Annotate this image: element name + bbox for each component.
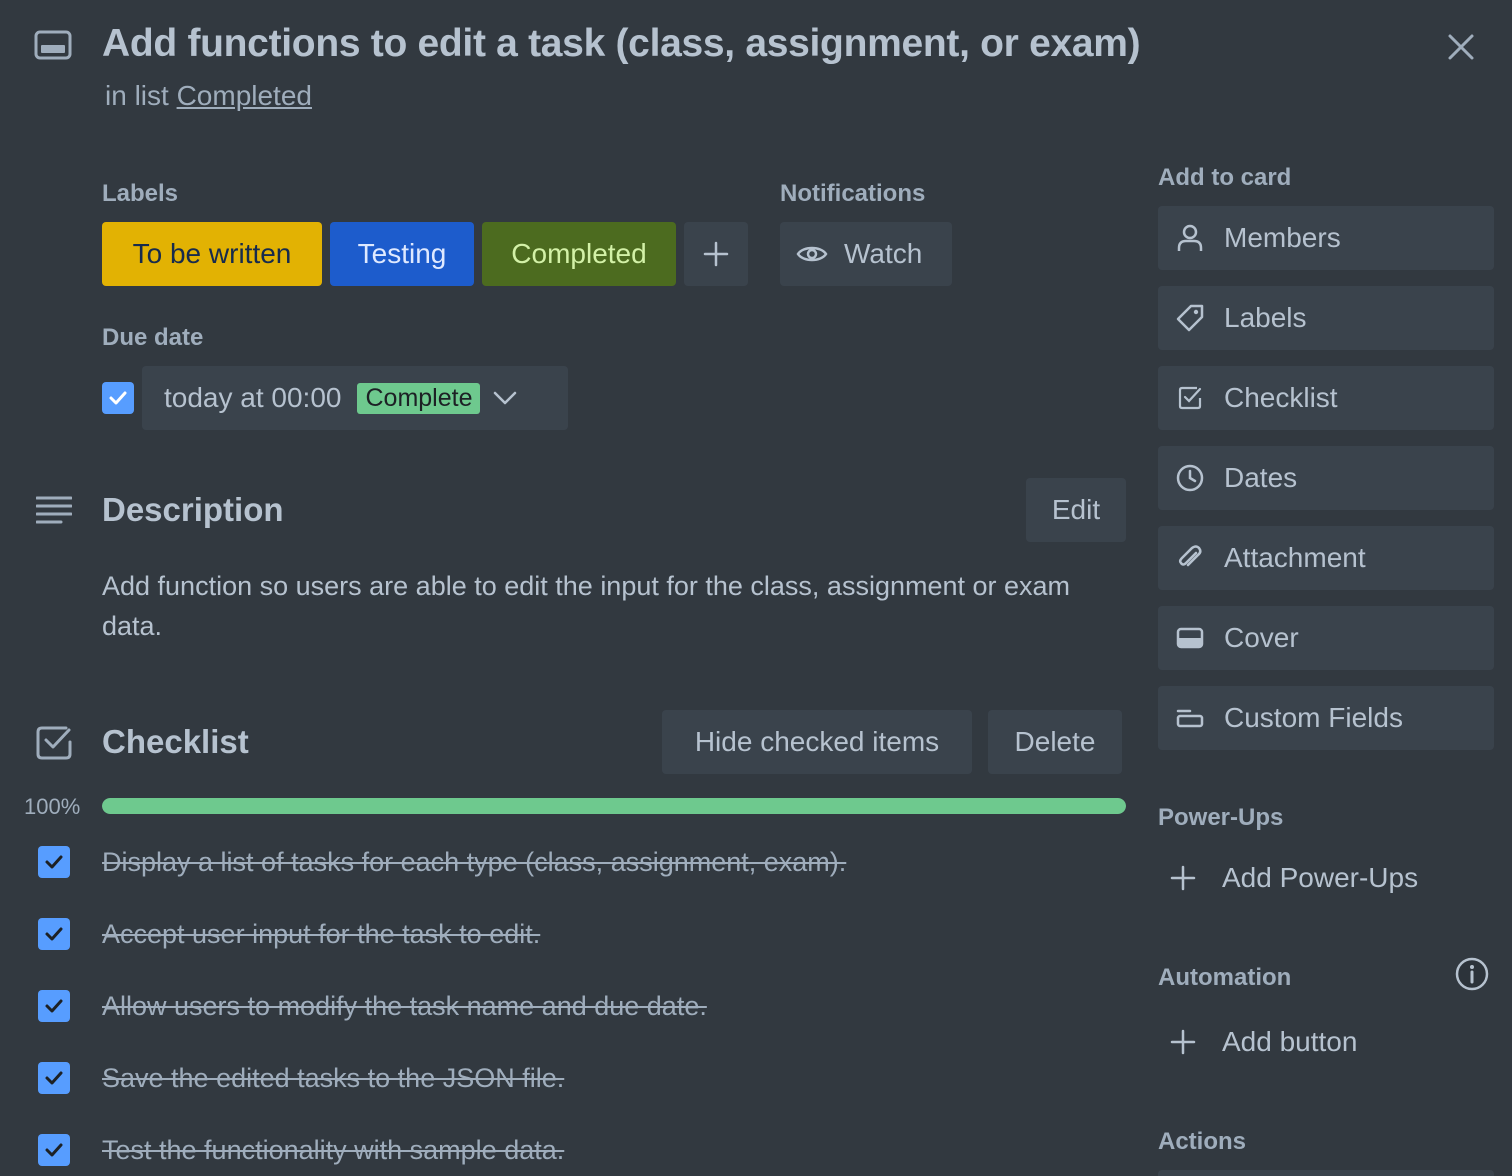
checklist-checkbox[interactable] xyxy=(38,1062,70,1094)
description-text[interactable]: Add function so users are able to edit t… xyxy=(102,566,1102,646)
add-power-ups-label: Add Power-Ups xyxy=(1222,862,1419,893)
actions-button-partial[interactable] xyxy=(1158,1170,1494,1176)
checklist-item[interactable]: Accept user input for the task to edit. xyxy=(38,914,540,954)
progress-fill xyxy=(102,798,1126,814)
checklist-icon xyxy=(1176,384,1204,412)
automation-heading: Automation xyxy=(1158,964,1292,991)
due-date-heading: Due date xyxy=(102,324,204,351)
checklist-icon xyxy=(36,724,72,760)
list-info: in list Completed xyxy=(105,80,312,112)
plus-icon xyxy=(1170,1029,1196,1055)
checklist-item[interactable]: Test the functionality with sample data. xyxy=(38,1130,564,1170)
card-title[interactable]: Add functions to edit a task (class, ass… xyxy=(102,22,1141,66)
checkmark-icon xyxy=(45,927,63,941)
due-date-value: today at 00:00 xyxy=(164,382,342,413)
eye-icon xyxy=(796,246,828,262)
checklist-item-text[interactable]: Allow users to modify the task name and … xyxy=(102,991,707,1022)
cover-button[interactable]: Cover xyxy=(1158,606,1494,670)
info-icon[interactable] xyxy=(1454,956,1490,992)
actions-heading: Actions xyxy=(1158,1128,1247,1155)
checkmark-icon xyxy=(45,999,63,1013)
checkmark-icon xyxy=(45,855,63,869)
custom-fields-label: Custom Fields xyxy=(1224,702,1403,733)
add-label-button[interactable] xyxy=(684,222,748,286)
attachment-label: Attachment xyxy=(1224,542,1366,573)
card-icon xyxy=(34,30,72,60)
label-chip[interactable]: Testing xyxy=(330,222,474,286)
labels-heading: Labels xyxy=(102,180,179,207)
members-label: Members xyxy=(1224,222,1341,253)
checklist-checkbox[interactable] xyxy=(38,990,70,1022)
chevron-down-icon xyxy=(494,391,517,405)
label-chip[interactable]: To be written xyxy=(102,222,322,286)
watch-label: Watch xyxy=(844,238,923,269)
plus-icon xyxy=(703,241,729,267)
watch-button[interactable]: Watch xyxy=(780,222,952,286)
custom-fields-button[interactable]: Custom Fields xyxy=(1158,686,1494,750)
edit-description-button[interactable]: Edit xyxy=(1026,478,1126,542)
checkmark-icon xyxy=(45,1143,63,1157)
checklist-checkbox[interactable] xyxy=(38,918,70,950)
labels-button[interactable]: Labels xyxy=(1158,286,1494,350)
progress-percent: 100% xyxy=(24,794,81,819)
checklist-item[interactable]: Save the edited tasks to the JSON file. xyxy=(38,1058,564,1098)
checklist-item-text[interactable]: Display a list of tasks for each type (c… xyxy=(102,847,846,878)
checklist-item-text[interactable]: Accept user input for the task to edit. xyxy=(102,919,540,950)
labels-label: Labels xyxy=(1224,302,1307,333)
checklist-item-text[interactable]: Test the functionality with sample data. xyxy=(102,1135,564,1166)
add-button-button[interactable]: Add button xyxy=(1170,1014,1357,1070)
person-icon xyxy=(1176,224,1204,252)
cover-label: Cover xyxy=(1224,622,1299,653)
paperclip-icon xyxy=(1176,544,1204,572)
tag-icon xyxy=(1176,304,1204,332)
list-link[interactable]: Completed xyxy=(177,80,312,111)
checkmark-icon xyxy=(109,391,127,405)
dates-button[interactable]: Dates xyxy=(1158,446,1494,510)
due-date-checkbox[interactable] xyxy=(102,382,134,414)
delete-checklist-button[interactable]: Delete xyxy=(988,710,1122,774)
notifications-heading: Notifications xyxy=(780,180,926,207)
clock-icon xyxy=(1176,464,1204,492)
add-power-ups-button[interactable]: Add Power-Ups xyxy=(1170,850,1418,906)
checklist-item-text[interactable]: Save the edited tasks to the JSON file. xyxy=(102,1063,564,1094)
checklist-item[interactable]: Allow users to modify the task name and … xyxy=(38,986,707,1026)
checklist-item[interactable]: Display a list of tasks for each type (c… xyxy=(38,842,846,882)
custom-fields-icon xyxy=(1176,704,1204,732)
hide-checked-items-button[interactable]: Hide checked items xyxy=(662,710,972,774)
progress-bar xyxy=(102,798,1126,814)
description-icon xyxy=(36,496,72,524)
label-chip[interactable]: Completed xyxy=(482,222,676,286)
cover-icon xyxy=(1176,624,1204,652)
checklist-button[interactable]: Checklist xyxy=(1158,366,1494,430)
list-prefix: in list xyxy=(105,80,169,111)
add-button-label: Add button xyxy=(1222,1026,1358,1057)
complete-badge: Complete xyxy=(357,382,481,414)
due-date-button[interactable]: today at 00:00 Complete xyxy=(142,366,568,430)
attachment-button[interactable]: Attachment xyxy=(1158,526,1494,590)
plus-icon xyxy=(1170,865,1196,891)
description-heading: Description xyxy=(102,491,284,528)
checklist-checkbox[interactable] xyxy=(38,846,70,878)
close-icon[interactable] xyxy=(1444,30,1478,64)
dates-label: Dates xyxy=(1224,462,1298,493)
members-button[interactable]: Members xyxy=(1158,206,1494,270)
checklist-heading[interactable]: Checklist xyxy=(102,723,249,761)
power-ups-heading: Power-Ups xyxy=(1158,804,1284,831)
checkmark-icon xyxy=(45,1071,63,1085)
checklist-label: Checklist xyxy=(1224,382,1338,413)
checklist-checkbox[interactable] xyxy=(38,1134,70,1166)
add-to-card-heading: Add to card xyxy=(1158,164,1292,191)
